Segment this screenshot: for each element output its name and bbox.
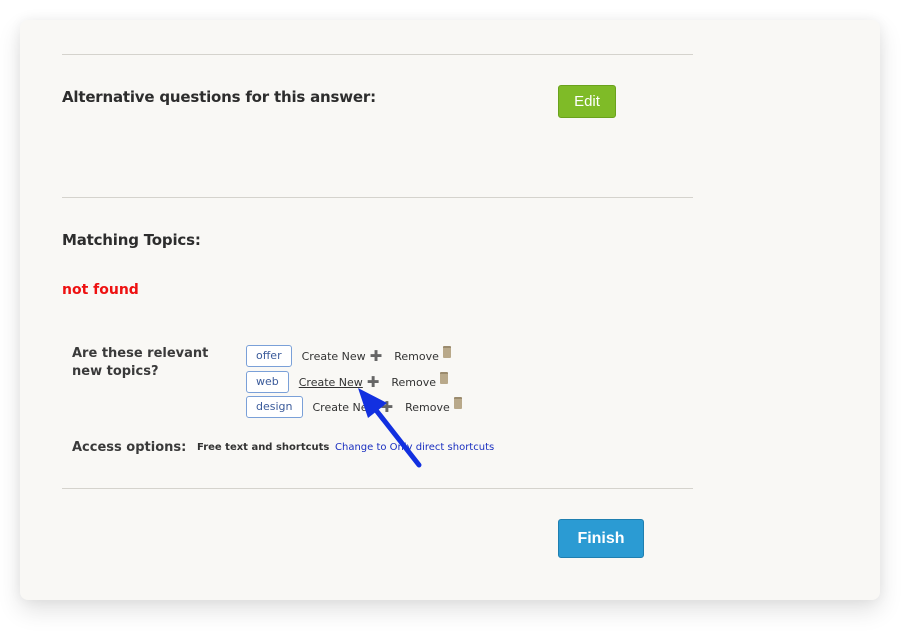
trash-icon[interactable]	[440, 372, 449, 384]
topic-tag[interactable]: design	[246, 396, 303, 418]
dialog-card: Alternative questions for this answer: E…	[20, 20, 880, 600]
remove-link[interactable]: Remove	[405, 401, 450, 414]
plus-icon[interactable]: ✚	[367, 375, 380, 390]
trash-icon[interactable]	[453, 397, 462, 409]
topic-row: offer Create New ✚ Remove	[246, 345, 451, 367]
access-options-value: Free text and shortcuts	[197, 442, 330, 453]
plus-icon[interactable]: ✚	[370, 349, 383, 364]
matching-topics-heading: Matching Topics:	[62, 231, 201, 249]
divider	[62, 488, 693, 489]
access-options-label: Access options:	[72, 440, 187, 455]
create-new-link[interactable]: Create New	[313, 401, 377, 414]
not-found-status: not found	[62, 282, 139, 298]
remove-link[interactable]: Remove	[394, 350, 439, 363]
create-new-link[interactable]: Create New	[299, 376, 363, 389]
topic-row: design Create New ✚ Remove	[246, 396, 462, 418]
topic-row: web Create New ✚ Remove	[246, 371, 449, 393]
change-access-link[interactable]: Change to Only direct shortcuts	[335, 442, 494, 453]
remove-link[interactable]: Remove	[391, 376, 436, 389]
topic-tag[interactable]: web	[246, 371, 289, 393]
topic-tag[interactable]: offer	[246, 345, 292, 367]
relevant-topics-question: Are these relevant new topics?	[72, 346, 209, 379]
trash-icon[interactable]	[442, 346, 451, 358]
finish-button[interactable]: Finish	[558, 519, 644, 558]
divider	[62, 197, 693, 198]
create-new-link[interactable]: Create New	[302, 350, 366, 363]
divider	[62, 54, 693, 55]
alternative-questions-heading: Alternative questions for this answer:	[62, 88, 376, 106]
plus-icon[interactable]: ✚	[381, 400, 394, 415]
edit-button[interactable]: Edit	[558, 85, 616, 118]
